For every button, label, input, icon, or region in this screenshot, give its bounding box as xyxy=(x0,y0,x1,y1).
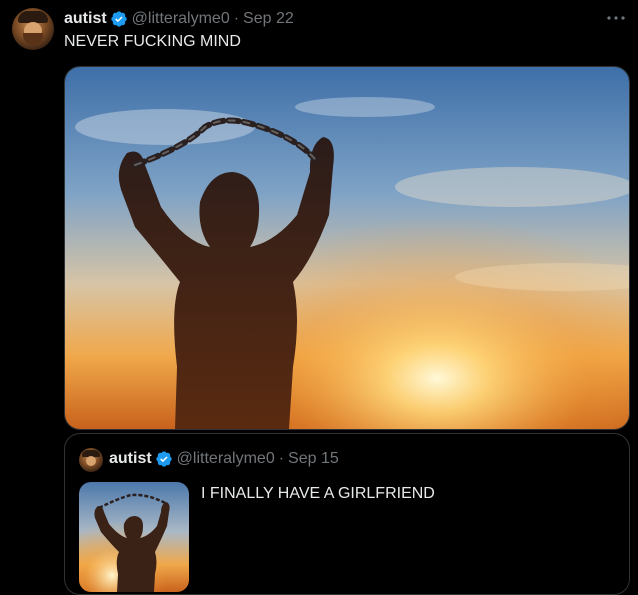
header-separator: · xyxy=(233,10,240,27)
author-avatar[interactable] xyxy=(12,8,54,50)
quoted-tweet-date[interactable]: Sep 15 xyxy=(288,450,339,468)
ellipsis-icon[interactable] xyxy=(606,9,626,27)
quoted-tweet-text: I FINALLY HAVE A GIRLFRIEND xyxy=(201,485,435,502)
author-name[interactable]: autist xyxy=(64,10,107,28)
verified-badge-icon xyxy=(110,11,127,27)
tweet-media-image[interactable] xyxy=(64,66,630,430)
quoted-author-name[interactable]: autist xyxy=(109,450,152,468)
tweet-header: autist @litteralyme0 · Sep 22 xyxy=(64,9,294,29)
author-handle[interactable]: @litteralyme0 xyxy=(132,10,230,28)
quoted-tweet[interactable]: autist @litteralyme0 · Sep 15 I FINALLY … xyxy=(64,433,630,595)
quoted-author-avatar[interactable] xyxy=(79,448,103,472)
verified-badge-icon xyxy=(155,451,172,467)
tweet-date[interactable]: Sep 22 xyxy=(243,10,294,28)
quoted-tweet-thumbnail[interactable] xyxy=(79,482,189,592)
tweet-text: NEVER FUCKING MIND xyxy=(64,33,241,50)
quoted-tweet-header: autist @litteralyme0 · Sep 15 xyxy=(109,450,339,468)
quoted-author-handle[interactable]: @litteralyme0 xyxy=(177,450,275,468)
quoted-header-separator: · xyxy=(278,450,285,467)
tweet[interactable]: autist @litteralyme0 · Sep 22 NEVER FUCK… xyxy=(0,0,638,595)
